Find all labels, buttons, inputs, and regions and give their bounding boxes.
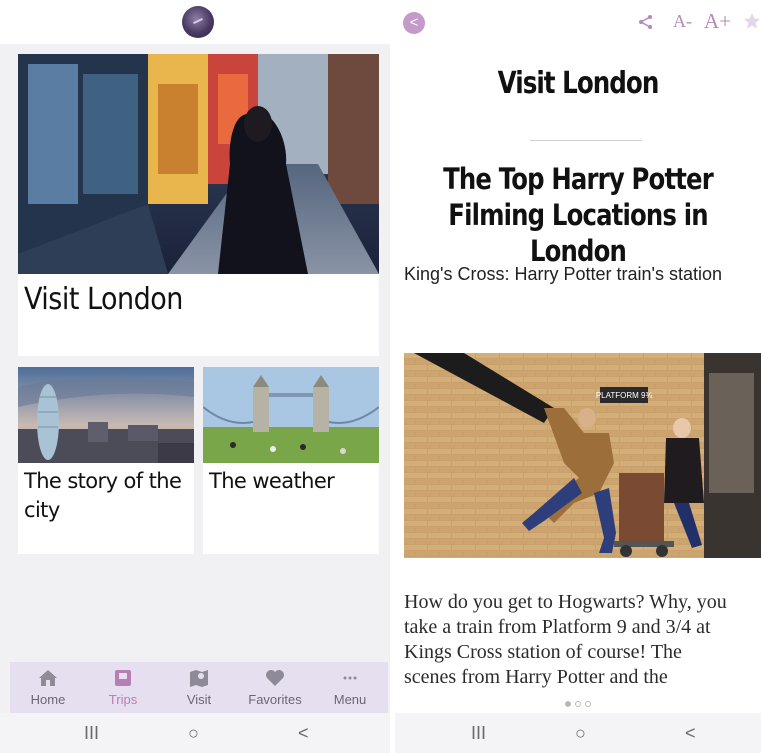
- back-button[interactable]: <: [685, 723, 696, 744]
- article-section-title: Visit London: [497, 66, 660, 101]
- card-weather[interactable]: The weather: [203, 367, 379, 554]
- trips-screen: Visit London The story of the city The w…: [0, 0, 390, 753]
- map-icon: [190, 670, 208, 687]
- back-button[interactable]: <: [298, 723, 309, 744]
- top-bar: [0, 0, 390, 44]
- text-larger-button[interactable]: A+: [704, 9, 731, 34]
- article-headline: The Top Harry Potter Filming Locations i…: [443, 162, 714, 268]
- recents-button[interactable]: III: [471, 723, 486, 744]
- platform-sign: PLATFORM 9¾: [596, 391, 653, 400]
- star-icon[interactable]: [743, 12, 761, 30]
- suitcase-icon: [115, 670, 131, 686]
- nav-home[interactable]: Home: [18, 662, 78, 714]
- nav-favorites[interactable]: Favorites: [245, 662, 305, 714]
- card-title: The story of the city: [24, 469, 182, 522]
- article-subtitle: King's Cross: Harry Potter train's stati…: [404, 264, 722, 284]
- home-button[interactable]: ○: [188, 723, 199, 744]
- card-title: The weather: [209, 469, 335, 493]
- city-skyline-image: [18, 367, 194, 463]
- platform-nine-three-quarters-image: PLATFORM 9¾: [404, 353, 761, 558]
- avatar[interactable]: [182, 6, 214, 38]
- tower-bridge-image: [203, 367, 379, 463]
- article-screen: < A- A+ Visit London The Top Harry Potte…: [395, 0, 761, 753]
- featured-card-visit-london[interactable]: Visit London: [18, 54, 379, 356]
- nav-visit[interactable]: Visit: [169, 662, 229, 714]
- page-dot[interactable]: [565, 701, 571, 707]
- nav-menu[interactable]: Menu: [320, 662, 380, 714]
- heart-icon: [266, 670, 284, 686]
- page-dot[interactable]: [575, 701, 581, 707]
- back-button[interactable]: <: [403, 12, 425, 34]
- nav-trips[interactable]: Trips: [93, 662, 153, 714]
- home-icon: [39, 670, 57, 686]
- bottom-nav: Home Trips Visit Favorites Menu: [10, 662, 388, 714]
- more-icon: [343, 676, 357, 680]
- recents-button[interactable]: III: [84, 723, 99, 744]
- card-story-of-city[interactable]: The story of the city: [18, 367, 194, 554]
- article-toolbar: < A- A+: [395, 0, 761, 44]
- text-smaller-button[interactable]: A-: [673, 11, 692, 32]
- home-button[interactable]: ○: [575, 723, 586, 744]
- share-icon[interactable]: [638, 14, 654, 30]
- system-nav-bar: III ○ <: [395, 713, 761, 753]
- page-indicator: [395, 694, 761, 708]
- page-dot[interactable]: [585, 701, 591, 707]
- system-nav-bar: III ○ <: [0, 713, 390, 753]
- article-body: How do you get to Hogwarts? Why, you tak…: [404, 591, 727, 688]
- diagon-alley-image: [18, 54, 379, 274]
- card-title: Visit London: [24, 282, 183, 317]
- divider: [530, 140, 642, 141]
